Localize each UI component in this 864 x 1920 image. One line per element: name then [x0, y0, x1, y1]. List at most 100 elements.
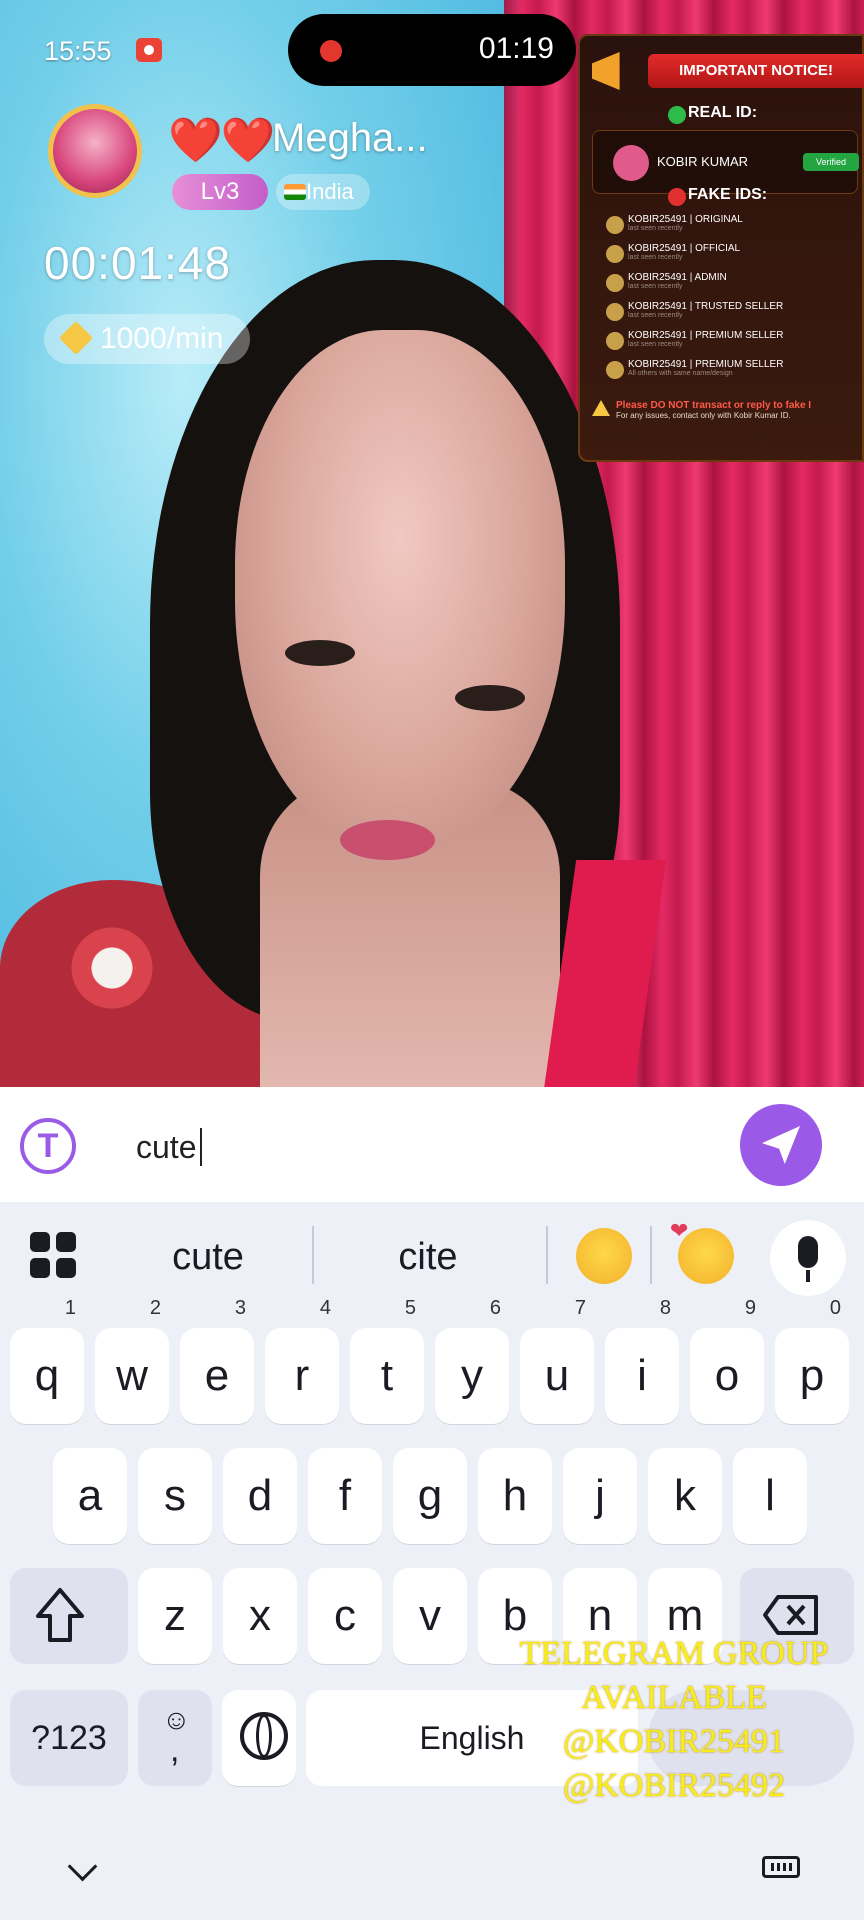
fake-id-sub: last seen recently — [628, 254, 683, 261]
verified-badge: Verified — [803, 153, 859, 171]
key-k[interactable]: k — [648, 1448, 722, 1544]
fake-id-avatar — [606, 245, 624, 263]
fake-id-sub: last seen recently — [628, 312, 683, 319]
voice-input-button[interactable] — [770, 1220, 846, 1296]
x-icon — [668, 188, 686, 206]
symbols-key[interactable]: ?123 — [10, 1690, 128, 1786]
shift-key[interactable] — [10, 1568, 128, 1664]
fake-id-sub: last seen recently — [628, 341, 683, 348]
key-label: r — [294, 1351, 310, 1400]
fake-id-sub: All others with same name/design — [628, 370, 733, 377]
person-lips — [340, 820, 435, 860]
keyboard — [0, 1202, 864, 1920]
country-label: India — [306, 179, 354, 204]
overlay-line: TELEGRAM GROUP — [519, 1635, 829, 1672]
country-badge: India — [276, 174, 370, 210]
microphone-icon — [798, 1236, 818, 1282]
key-label: o — [714, 1351, 740, 1400]
caller-avatar[interactable] — [48, 104, 142, 198]
apps-grid-icon[interactable] — [30, 1232, 78, 1280]
diamond-icon — [59, 321, 93, 355]
translate-icon[interactable]: T — [20, 1118, 76, 1174]
key-label: w — [116, 1351, 148, 1400]
status-time: 15:55 — [44, 36, 112, 66]
megaphone-icon — [592, 52, 620, 90]
key-i[interactable]: i8 — [605, 1298, 679, 1424]
notice-footer: Please DO NOT transact or reply to fake … — [592, 400, 864, 420]
suggestion-2[interactable]: cite — [370, 1232, 486, 1282]
emoji-comma-key[interactable]: ☺ , — [138, 1690, 212, 1786]
key-h[interactable]: h — [478, 1448, 552, 1544]
fake-id-name: KOBIR25491 | ADMIN — [628, 272, 727, 283]
fake-id-row: KOBIR25491 | ORIGINAL last seen recently — [606, 214, 858, 234]
key-hint: 5 — [404, 1297, 416, 1319]
screen-record-icon — [136, 38, 162, 62]
fake-id-sub: last seen recently — [628, 283, 683, 290]
key-label: u — [544, 1351, 570, 1400]
key-x[interactable]: x — [223, 1568, 297, 1664]
key-j[interactable]: j — [563, 1448, 637, 1544]
key-hint: 1 — [64, 1297, 76, 1319]
key-r[interactable]: r4 — [265, 1298, 339, 1424]
key-label: e — [204, 1351, 230, 1400]
key-e[interactable]: e3 — [180, 1298, 254, 1424]
key-c[interactable]: c — [308, 1568, 382, 1664]
suggestion-divider — [546, 1226, 548, 1284]
fake-id-avatar — [606, 216, 624, 234]
fake-id-avatar — [606, 274, 624, 292]
key-z[interactable]: z — [138, 1568, 212, 1664]
smiling-hearts-emoji-icon[interactable] — [670, 1218, 734, 1284]
hearts-icon: ❤️❤️ — [168, 116, 276, 165]
send-icon — [762, 1126, 800, 1164]
globe-icon — [240, 1712, 288, 1760]
language-key[interactable] — [222, 1690, 296, 1786]
key-d[interactable]: d — [223, 1448, 297, 1544]
key-hint: 4 — [319, 1297, 331, 1319]
fake-id-row: KOBIR25491 | OFFICIAL last seen recently — [606, 243, 858, 263]
key-v[interactable]: v — [393, 1568, 467, 1664]
india-flag-icon — [284, 184, 306, 200]
keyboard-switch-icon[interactable] — [762, 1856, 800, 1878]
overlay-line: @KOBIR25491 — [562, 1723, 786, 1760]
key-g[interactable]: g — [393, 1448, 467, 1544]
rate-badge: 1000/min — [44, 314, 250, 364]
telegram-overlay-text: TELEGRAM GROUP AVAILABLE @KOBIR25491 @KO… — [500, 1632, 848, 1808]
key-p[interactable]: p0 — [775, 1298, 849, 1424]
person-eye-left — [285, 640, 355, 666]
key-t[interactable]: t5 — [350, 1298, 424, 1424]
key-f[interactable]: f — [308, 1448, 382, 1544]
key-hint: 0 — [829, 1297, 841, 1319]
comma-label: , — [170, 1731, 180, 1769]
key-label: t — [380, 1351, 394, 1400]
key-u[interactable]: u7 — [520, 1298, 594, 1424]
notice-title: IMPORTANT NOTICE! — [648, 54, 864, 88]
key-hint: 2 — [149, 1297, 161, 1319]
key-y[interactable]: y6 — [435, 1298, 509, 1424]
key-o[interactable]: o9 — [690, 1298, 764, 1424]
message-input[interactable] — [136, 1122, 696, 1172]
recording-time: 01:19 — [478, 32, 554, 65]
send-button[interactable] — [740, 1104, 822, 1186]
key-hint: 3 — [234, 1297, 246, 1319]
key-w[interactable]: w2 — [95, 1298, 169, 1424]
person-eye-right — [455, 685, 525, 711]
key-hint: 6 — [489, 1297, 501, 1319]
key-q[interactable]: q1 — [10, 1298, 84, 1424]
fake-id-row: KOBIR25491 | PREMIUM SELLER All others wi… — [606, 359, 858, 379]
overlay-line: @KOBIR25492 — [562, 1767, 786, 1804]
recording-pill[interactable]: 01:19 — [288, 14, 576, 86]
pleading-face-emoji-icon[interactable] — [576, 1228, 632, 1284]
important-notice-overlay: IMPORTANT NOTICE! REAL ID: KOBIR KUMAR V… — [578, 34, 864, 462]
key-a[interactable]: a — [53, 1448, 127, 1544]
shift-icon — [36, 1588, 84, 1642]
suggestion-1[interactable]: cute — [150, 1232, 266, 1282]
key-label: i — [637, 1351, 647, 1400]
fake-id-avatar — [606, 303, 624, 321]
key-l[interactable]: l — [733, 1448, 807, 1544]
key-s[interactable]: s — [138, 1448, 212, 1544]
real-id-card: KOBIR KUMAR Verified — [592, 130, 859, 194]
fake-id-name: KOBIR25491 | PREMIUM SELLER — [628, 359, 784, 370]
check-icon — [668, 106, 686, 124]
key-label: y — [461, 1351, 483, 1400]
fake-id-sub: last seen recently — [628, 225, 683, 232]
